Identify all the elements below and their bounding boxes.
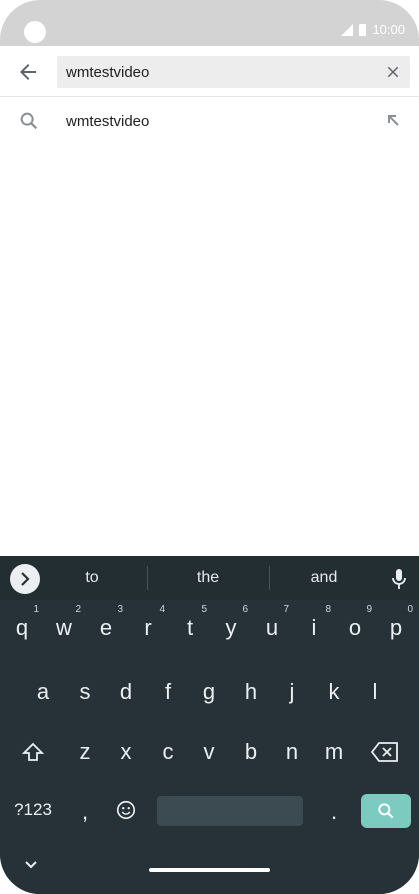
key-b[interactable]: b (230, 732, 272, 772)
key-l[interactable]: l (354, 672, 396, 712)
key-d[interactable]: d (105, 672, 147, 712)
emoji-key[interactable] (105, 790, 147, 830)
comma-key[interactable]: , (64, 792, 106, 832)
suggestion-text: wmtestvideo (66, 113, 150, 130)
key-w[interactable]: w2 (43, 604, 85, 648)
key-label: t (186, 615, 194, 640)
key-u[interactable]: u7 (251, 604, 293, 648)
key-j[interactable]: j (271, 672, 313, 712)
backspace-key[interactable] (364, 732, 406, 772)
key-label: i (311, 615, 317, 640)
period-key[interactable]: . (313, 792, 355, 832)
camera-cutout (24, 21, 46, 43)
key-label: u (265, 615, 279, 640)
search-key[interactable] (361, 794, 411, 828)
key-p[interactable]: p0 (375, 604, 417, 648)
key-hint: 8 (325, 604, 331, 615)
key-n[interactable]: n (271, 732, 313, 772)
key-label: q (15, 615, 29, 640)
key-i[interactable]: i8 (293, 604, 335, 648)
microphone-icon[interactable] (390, 568, 408, 590)
key-g[interactable]: g (188, 672, 230, 712)
key-h[interactable]: h (230, 672, 272, 712)
key-label: e (99, 615, 113, 640)
key-a[interactable]: a (22, 672, 64, 712)
key-hint: 2 (75, 604, 81, 615)
key-s[interactable]: s (64, 672, 106, 712)
keyboard-suggestion-strip: to the and (0, 556, 419, 600)
key-r[interactable]: r4 (127, 604, 169, 648)
key-hint: 9 (366, 604, 372, 615)
chevron-right-icon[interactable] (10, 564, 40, 594)
strip-suggestion-2[interactable]: the (158, 569, 258, 587)
shift-key[interactable] (12, 732, 54, 772)
key-hint: 6 (242, 604, 248, 615)
status-time: 10:00 (372, 22, 405, 37)
key-o[interactable]: o9 (334, 604, 376, 648)
symbols-key[interactable]: ?123 (8, 790, 58, 830)
strip-divider (269, 566, 270, 590)
key-hint: 0 (407, 604, 413, 615)
navigation-bar (0, 846, 419, 894)
key-label: o (348, 615, 362, 640)
signal-icon (341, 23, 354, 36)
key-c[interactable]: c (147, 732, 189, 772)
strip-suggestion-3[interactable]: and (274, 569, 374, 587)
key-hint: 3 (117, 604, 123, 615)
key-k[interactable]: k (313, 672, 355, 712)
key-e[interactable]: e3 (85, 604, 127, 648)
suggestion-row[interactable]: wmtestvideo (0, 98, 419, 146)
status-bar: 10:00 (0, 0, 419, 46)
soft-keyboard: to the and q1 w2 e3 r4 t5 y6 u7 i8 o9 p0… (0, 556, 419, 894)
key-m[interactable]: m (313, 732, 355, 772)
search-query-text: wmtestvideo (66, 64, 150, 81)
backspace-icon (370, 742, 398, 762)
shift-icon (21, 742, 45, 761)
strip-divider (147, 566, 148, 590)
emoji-icon (116, 800, 136, 820)
battery-icon (359, 23, 367, 36)
space-bar[interactable] (157, 796, 303, 826)
key-hint: 1 (33, 604, 39, 615)
key-hint: 7 (283, 604, 289, 615)
key-f[interactable]: f (147, 672, 189, 712)
phone-screen: 10:00 wmtestvideo wmtestvideo to the and… (0, 0, 419, 894)
key-label: p (389, 615, 403, 640)
search-toolbar: wmtestvideo (0, 46, 419, 97)
close-icon[interactable] (384, 63, 402, 81)
key-hint: 5 (201, 604, 207, 615)
key-hint: 4 (159, 604, 165, 615)
key-t[interactable]: t5 (169, 604, 211, 648)
arrow-back-icon[interactable] (16, 60, 40, 84)
key-label: y (225, 615, 237, 640)
search-icon (378, 803, 394, 819)
key-q[interactable]: q1 (1, 604, 43, 648)
strip-suggestion-1[interactable]: to (42, 569, 142, 587)
key-y[interactable]: y6 (210, 604, 252, 648)
key-x[interactable]: x (105, 732, 147, 772)
key-v[interactable]: v (188, 732, 230, 772)
arrow-up-left-icon[interactable] (385, 112, 401, 128)
home-pill[interactable] (149, 868, 270, 872)
search-icon (20, 112, 38, 130)
key-label: w (56, 615, 72, 640)
status-icons: 10:00 (341, 22, 405, 37)
key-label: r (144, 615, 152, 640)
search-input[interactable]: wmtestvideo (57, 56, 410, 88)
chevron-down-icon[interactable] (24, 860, 38, 870)
key-z[interactable]: z (64, 732, 106, 772)
